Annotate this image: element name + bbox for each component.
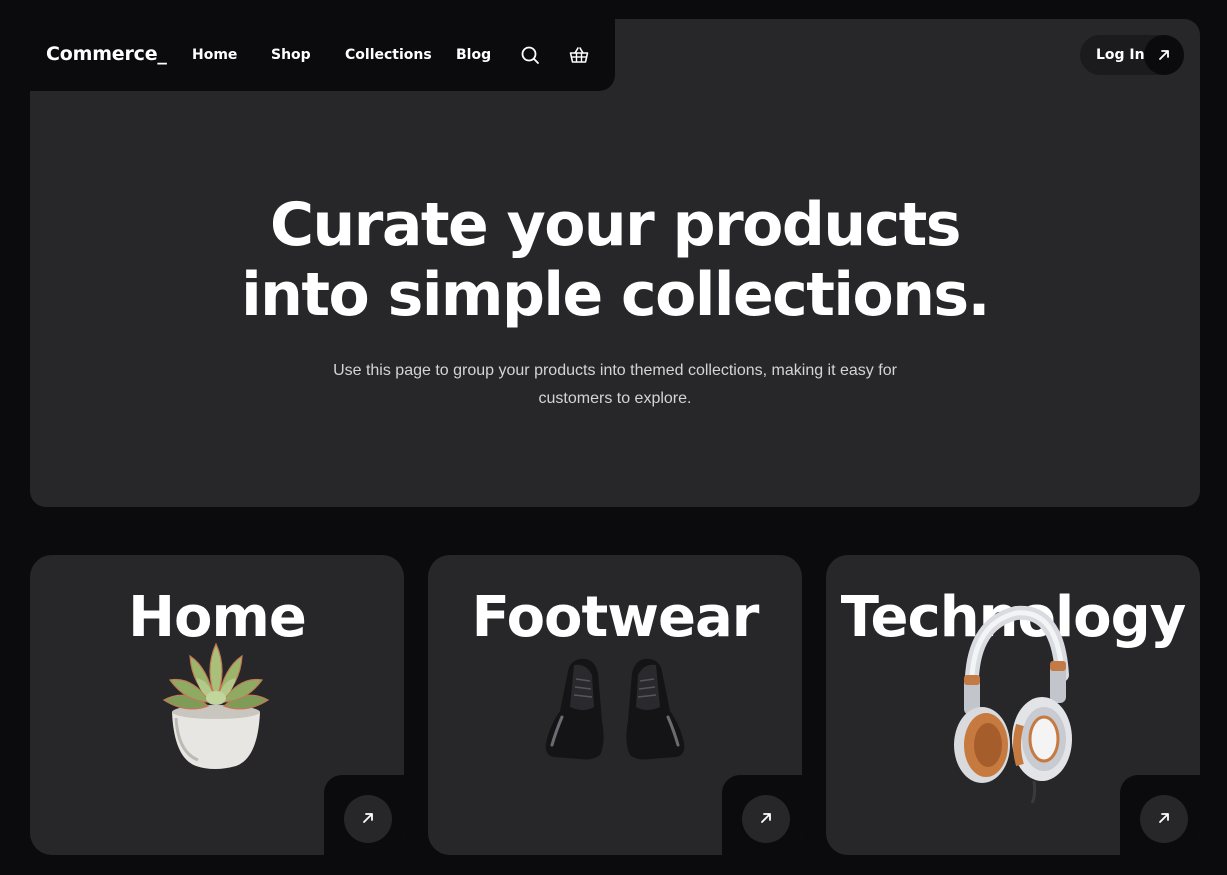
nav-link-collections[interactable]: Collections (345, 47, 432, 63)
card-corner (324, 775, 404, 855)
basket-icon[interactable] (568, 44, 590, 66)
arrow-up-right-icon (1157, 810, 1171, 829)
login-button[interactable]: Log In (1080, 35, 1184, 75)
succulent-plant-image (162, 642, 270, 769)
hero-title-line1: Curate your products (270, 190, 962, 260)
open-collection-button[interactable] (742, 795, 790, 843)
collection-card-technology[interactable]: Technology (826, 555, 1200, 855)
collection-card-home[interactable]: Home (30, 555, 404, 855)
nav-link-home[interactable]: Home (192, 47, 237, 63)
hero-subtitle-line2: customers to explore. (538, 390, 692, 407)
headphones-image (954, 605, 1072, 804)
collection-card-footwear[interactable]: Footwear (428, 555, 802, 855)
arrow-up-right-icon (759, 810, 773, 829)
arrow-up-right-icon (1144, 35, 1184, 75)
hero-subtitle-line1: Use this page to group your products int… (333, 362, 897, 379)
card-corner (1120, 775, 1200, 855)
collection-title: Footwear (471, 585, 760, 650)
search-icon[interactable] (519, 44, 541, 66)
open-collection-button[interactable] (344, 795, 392, 843)
card-corner (722, 775, 802, 855)
black-shoes-image (545, 658, 685, 760)
nav-link-blog[interactable]: Blog (456, 47, 491, 63)
brand-logo[interactable]: Commerce_ (46, 43, 167, 65)
nav-link-shop[interactable]: Shop (271, 47, 311, 63)
hero-title-line2: into simple collections. (241, 260, 990, 330)
open-collection-button[interactable] (1140, 795, 1188, 843)
login-label: Log In (1096, 47, 1145, 63)
hero-subtitle: Use this page to group your products int… (285, 357, 945, 413)
hero-title: Curate your products into simple collect… (30, 190, 1200, 330)
arrow-up-right-icon (361, 810, 375, 829)
